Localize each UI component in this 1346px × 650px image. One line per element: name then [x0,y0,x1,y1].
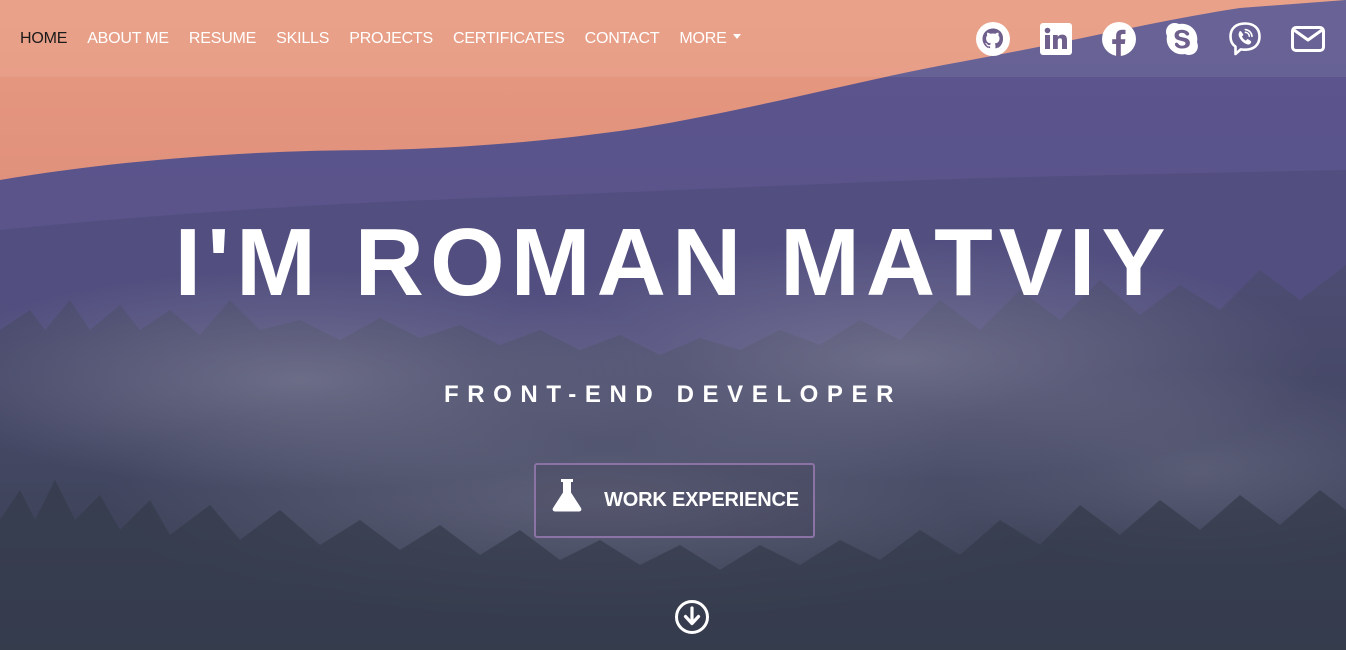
nav-item-more-label: MORE [679,29,727,47]
skype-icon[interactable] [1164,21,1200,57]
flask-icon [552,478,582,511]
nav-item-home[interactable]: HOME [20,30,67,48]
github-icon[interactable] [975,21,1011,57]
facebook-icon[interactable] [1101,21,1137,57]
caret-down-icon [732,33,741,39]
nav-item-skills[interactable]: SKILLS [276,30,329,48]
nav-item-contact[interactable]: CONTACT [585,30,660,48]
email-icon[interactable] [1290,21,1326,57]
nav-menu: HOME ABOUT ME RESUME SKILLS PROJECTS CER… [20,30,761,48]
arrow-circle-down-icon[interactable] [674,599,710,635]
social-links [975,21,1326,57]
navbar: HOME ABOUT ME RESUME SKILLS PROJECTS CER… [0,0,1346,77]
hero-section: HOME ABOUT ME RESUME SKILLS PROJECTS CER… [0,0,1346,650]
nav-item-about-me[interactable]: ABOUT ME [87,30,169,48]
nav-item-more-dropdown[interactable]: MORE [679,29,741,48]
nav-item-resume[interactable]: RESUME [189,30,256,48]
nav-item-projects[interactable]: PROJECTS [349,30,433,48]
nav-item-certificates[interactable]: CERTIFICATES [453,30,565,48]
linkedin-icon[interactable] [1038,21,1074,57]
background-landscape [0,0,1346,650]
viber-icon[interactable] [1227,21,1263,57]
work-experience-button[interactable]: WORK EXPERIENCE [534,463,815,538]
hero-title: I'M ROMAN MATVIY [174,209,1172,316]
work-experience-label: WORK EXPERIENCE [604,489,799,511]
hero-subtitle: FRONT-END DEVELOPER [443,381,903,408]
